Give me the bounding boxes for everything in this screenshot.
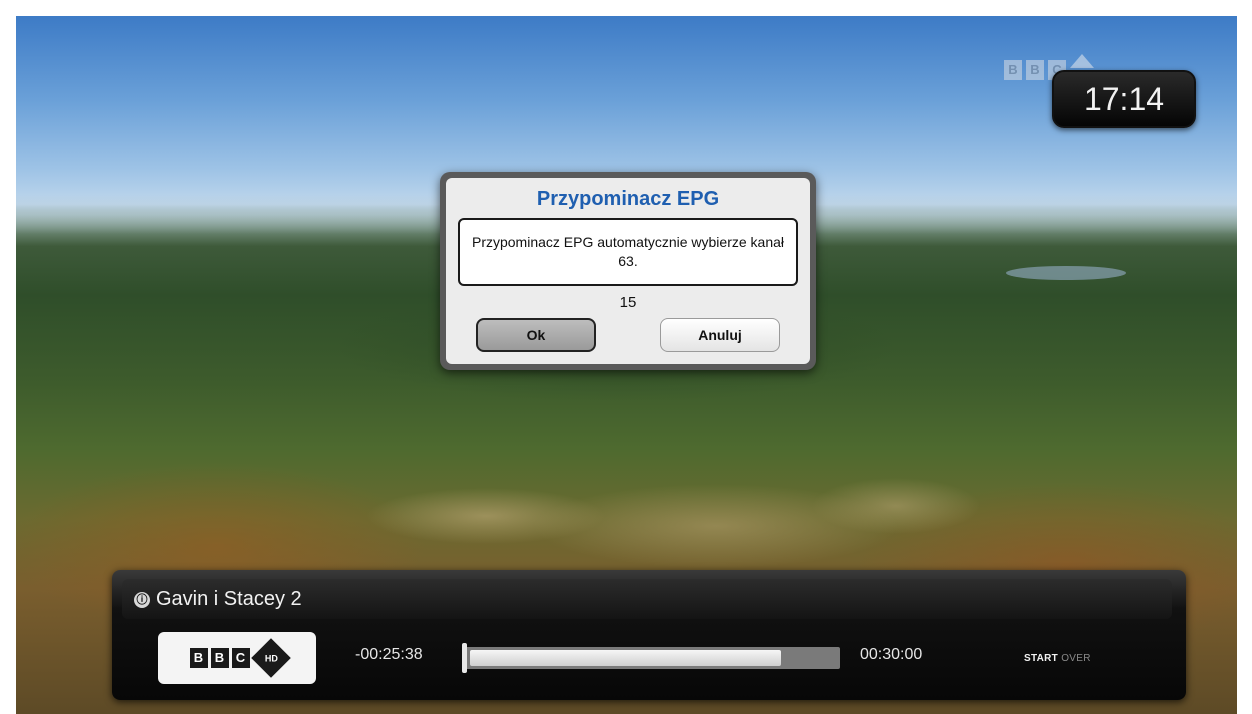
cancel-button[interactable]: Anuluj <box>660 318 780 352</box>
watermark-box: B <box>1004 60 1022 80</box>
playback-info-bar: ⓘ Gavin i Stacey 2 B B C HD -00:25:38 00… <box>112 570 1186 700</box>
start-over-button[interactable]: START OVER <box>1024 653 1091 664</box>
dialog-message: Przypominacz EPG automatycznie wybierze … <box>458 218 798 286</box>
progress-handle[interactable] <box>462 643 467 673</box>
playback-progress-bar[interactable] <box>462 643 840 673</box>
time-remaining: -00:25:38 <box>355 646 423 663</box>
distant-lake <box>1006 266 1126 280</box>
logo-letter: B <box>210 648 229 668</box>
bbc-hd-logo: B B C HD <box>158 632 316 684</box>
duration: 00:30:00 <box>860 646 923 663</box>
dialog-body: Przypominacz EPG Przypominacz EPG automa… <box>446 178 810 364</box>
start-over-label-over: OVER <box>1061 653 1091 664</box>
clock-display: 17:14 <box>1052 70 1196 128</box>
program-info-icon: ⓘ <box>134 592 150 608</box>
start-over-label-start: START <box>1024 653 1059 664</box>
dialog-title: Przypominacz EPG <box>536 188 720 210</box>
logo-letter: C <box>231 648 250 668</box>
watermark-triangle <box>1070 54 1094 68</box>
ok-button[interactable]: Ok <box>476 318 596 352</box>
program-title: Gavin i Stacey 2 <box>156 588 302 610</box>
progress-fill <box>470 650 781 666</box>
watermark-box: B <box>1026 60 1044 80</box>
epg-reminder-dialog: Przypominacz EPG Przypominacz EPG automa… <box>440 172 816 370</box>
hd-diamond-icon: HD <box>250 638 291 678</box>
logo-letter: B <box>189 648 208 668</box>
countdown-timer: 15 <box>619 294 637 311</box>
